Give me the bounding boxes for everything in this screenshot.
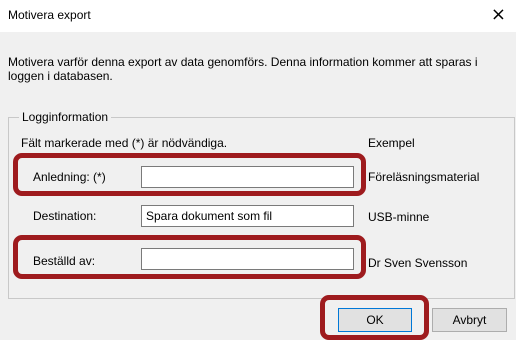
ordered-by-example: Dr Sven Svensson — [368, 256, 468, 270]
reason-input[interactable] — [141, 166, 354, 188]
reason-label: Anledning: (*) — [33, 170, 106, 184]
ordered-by-label: Beställd av: — [33, 254, 96, 268]
reason-example: Föreläsningsmaterial — [368, 170, 480, 184]
destination-input[interactable] — [141, 205, 354, 227]
ordered-by-input[interactable] — [141, 248, 354, 270]
cancel-button[interactable]: Avbryt — [432, 308, 507, 332]
description-text: Motivera varför denna export av data gen… — [8, 55, 478, 83]
window-title: Motivera export — [8, 8, 91, 22]
example-header: Exempel — [368, 136, 415, 150]
close-icon[interactable]: × — [491, 5, 506, 25]
destination-label: Destination: — [33, 209, 97, 223]
groupbox-legend: Logginformation — [19, 110, 112, 124]
ok-button[interactable]: OK — [338, 308, 412, 332]
title-bar: Motivera export × — [0, 0, 516, 32]
required-note: Fält markerade med (*) är nödvändiga. — [21, 136, 228, 150]
destination-example: USB-minne — [368, 210, 430, 224]
